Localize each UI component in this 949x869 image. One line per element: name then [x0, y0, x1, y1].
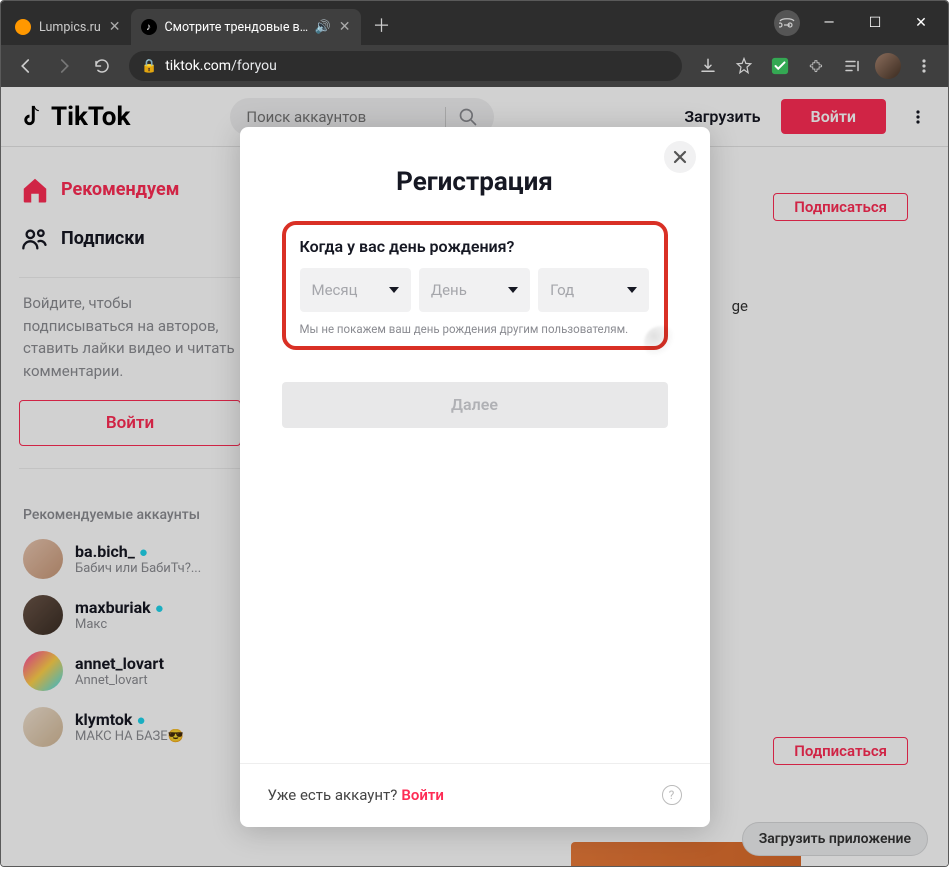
birthday-label: Когда у вас день рождения? — [300, 237, 650, 256]
install-app-icon[interactable] — [692, 50, 724, 82]
extensions-icon[interactable] — [800, 50, 832, 82]
chevron-down-icon — [389, 287, 399, 293]
back-button[interactable] — [9, 49, 43, 83]
chevron-down-icon — [508, 287, 518, 293]
signup-modal: Регистрация Когда у вас день рождения? М… — [240, 127, 710, 827]
modal-login-link[interactable]: Войти — [401, 786, 444, 804]
browser-tab-tiktok[interactable]: ♪ Смотрите трендовые видео 🔊 ✕ — [131, 9, 361, 45]
browser-window: Lumpics.ru ✕ ♪ Смотрите трендовые видео … — [0, 0, 949, 867]
new-tab-button[interactable]: ＋ — [373, 12, 391, 38]
extension-check-icon[interactable] — [764, 50, 796, 82]
birthday-privacy-note: Мы не покажем ваш день рождения другим п… — [300, 322, 650, 336]
tab-title: Lumpics.ru — [39, 20, 101, 35]
tab-title: Смотрите трендовые видео — [165, 20, 309, 35]
modal-title: Регистрация — [282, 167, 668, 197]
address-input[interactable]: 🔒 tiktok.com/foryou — [129, 51, 682, 81]
forward-button[interactable] — [47, 49, 81, 83]
year-select[interactable]: Год — [538, 268, 649, 312]
modal-footer: Уже есть аккаунт? Войти ? — [240, 763, 710, 827]
close-window-button[interactable]: ✕ — [898, 8, 944, 38]
close-tab-icon[interactable]: ✕ — [109, 19, 121, 35]
favicon-tiktok: ♪ — [141, 19, 157, 35]
incognito-icon[interactable] — [774, 10, 800, 36]
bookmark-icon[interactable] — [728, 50, 760, 82]
browser-menu-icon[interactable] — [908, 50, 940, 82]
month-select[interactable]: Месяц — [300, 268, 411, 312]
already-have-account-text: Уже есть аккаунт? — [268, 786, 398, 804]
reading-list-icon[interactable] — [836, 50, 868, 82]
maximize-button[interactable]: ☐ — [852, 8, 898, 38]
select-placeholder: Месяц — [312, 281, 358, 299]
help-icon[interactable]: ? — [662, 785, 682, 805]
select-placeholder: Год — [550, 281, 574, 299]
reload-button[interactable] — [85, 49, 119, 83]
browser-titlebar: Lumpics.ru ✕ ♪ Смотрите трендовые видео … — [1, 1, 948, 45]
next-button[interactable]: Далее — [282, 382, 668, 428]
browser-tab-lumpics[interactable]: Lumpics.ru ✕ — [5, 9, 131, 45]
minimize-button[interactable]: — — [806, 8, 852, 38]
page-content: TikTok Загрузить Войти — [1, 87, 948, 866]
audio-icon[interactable]: 🔊 — [315, 20, 331, 35]
day-select[interactable]: День — [419, 268, 530, 312]
lock-icon: 🔒 — [141, 59, 157, 74]
favicon-lumpics — [15, 19, 31, 35]
profile-avatar[interactable] — [872, 50, 904, 82]
browser-address-bar: 🔒 tiktok.com/foryou — [1, 45, 948, 87]
select-placeholder: День — [431, 281, 467, 299]
birthday-section-highlight: Когда у вас день рождения? Месяц День Го… — [282, 221, 668, 350]
url-text: tiktok.com/foryou — [165, 58, 670, 74]
chevron-down-icon — [627, 287, 637, 293]
close-tab-icon[interactable]: ✕ — [339, 19, 351, 35]
modal-close-button[interactable] — [664, 141, 696, 173]
